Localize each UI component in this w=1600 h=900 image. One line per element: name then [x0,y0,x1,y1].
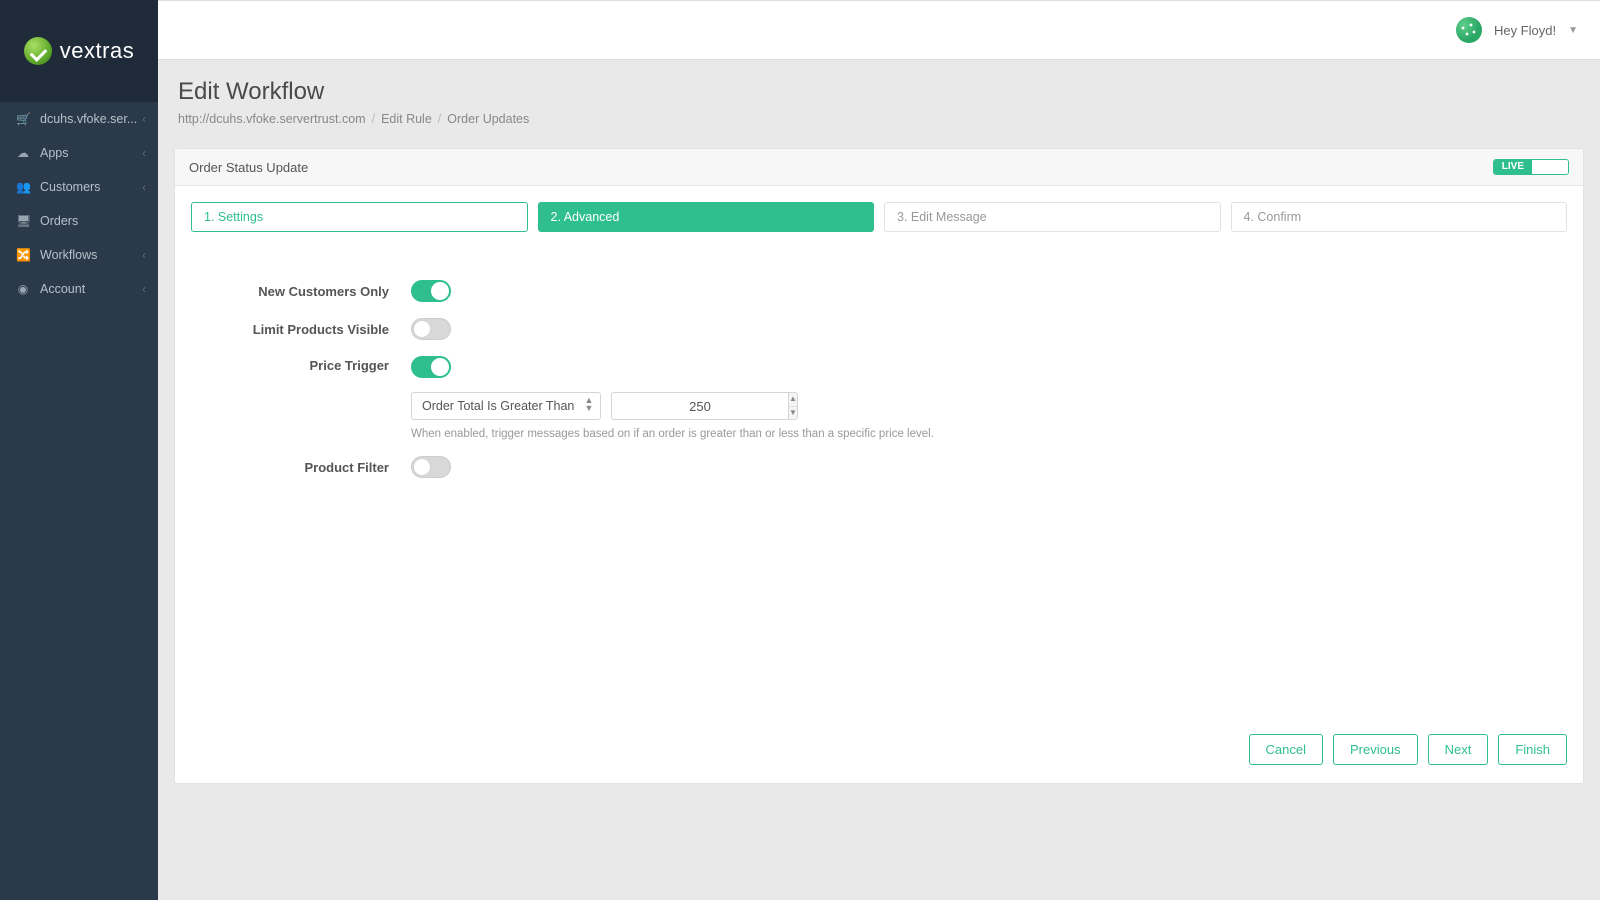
chevron-left-icon: ‹ [143,282,146,296]
nav-label: Apps [40,146,142,160]
row-limit-products: Limit Products Visible [191,318,1567,340]
sidebar-item-1[interactable]: ☁ Apps‹ [0,136,158,170]
row-new-customers: New Customers Only [191,280,1567,302]
panel-title: Order Status Update [189,160,308,175]
breadcrumb: http://dcuhs.vfoke.servertrust.com/Edit … [178,112,1580,126]
toggle-price-trigger[interactable] [411,356,451,378]
live-badge-slot [1532,160,1568,174]
nav-icon: 🔀 [16,248,30,262]
chevron-left-icon: ‹ [143,180,146,194]
wizard-steps: 1. Settings 2. Advanced 3. Edit Message 4. … [175,186,1583,240]
row-price-trigger: Price Trigger Order Total Is Greater Tha… [191,356,1567,440]
logo[interactable]: vextras [24,37,134,65]
breadcrumb-item[interactable]: Order Updates [447,112,529,126]
label-price-trigger: Price Trigger [191,356,411,373]
finish-button[interactable]: Finish [1498,734,1567,765]
select-price-condition-wrap: Order Total Is Greater ThanOrder Total I… [411,392,601,420]
price-trigger-hint: When enabled, trigger messages based on … [411,428,1567,440]
chevron-left-icon: ‹ [143,248,146,262]
main: Hey Floyd! ▼ Edit Workflow http://dcuhs.… [158,0,1600,900]
workflow-panel: Order Status Update LIVE 1. Settings 2. A… [174,148,1584,784]
nav-label: Customers [40,180,142,194]
nav-icon: 🛒 [16,112,30,126]
logo-area: vextras [0,0,158,102]
form-area: New Customers Only Limit Products Visibl… [175,240,1583,600]
nav-label: dcuhs.vfoke.ser... [40,112,142,126]
panel-footer: Cancel Previous Next Finish [175,720,1583,783]
price-value-wrap: ▲ ▼ [611,392,796,420]
price-stepper: ▲ ▼ [788,392,798,420]
user-greeting: Hey Floyd! [1494,23,1556,38]
toggle-product-filter[interactable] [411,456,451,478]
select-price-condition[interactable]: Order Total Is Greater ThanOrder Total I… [411,392,601,420]
step-3[interactable]: 3. Edit Message [884,202,1221,232]
label-limit-products: Limit Products Visible [191,322,411,337]
cancel-button[interactable]: Cancel [1249,734,1323,765]
row-product-filter: Product Filter [191,456,1567,478]
toggle-new-customers[interactable] [411,280,451,302]
stepper-up-button[interactable]: ▲ [789,393,797,407]
nav-icon: ☁ [16,146,30,160]
next-button[interactable]: Next [1428,734,1489,765]
chevron-left-icon: ‹ [143,146,146,160]
step-1[interactable]: 1. Settings [191,202,528,232]
sidebar-item-3[interactable]: 🖥 Orders [0,204,158,238]
nav-label: Workflows [40,248,142,262]
page-header: Edit Workflow http://dcuhs.vfoke.servert… [158,60,1600,134]
sidebar-item-0[interactable]: 🛒 dcuhs.vfoke.ser...‹ [0,102,158,136]
avatar[interactable] [1456,17,1482,43]
step-2[interactable]: 2. Advanced [538,202,875,232]
user-menu-caret-icon[interactable]: ▼ [1568,25,1578,36]
nav-icon: 🖥 [16,214,30,228]
live-badge[interactable]: LIVE [1493,159,1569,175]
stepper-down-button[interactable]: ▼ [789,407,797,420]
nav: 🛒dcuhs.vfoke.ser...‹☁Apps‹👥Customers‹🖥Or… [0,102,158,900]
page-title: Edit Workflow [178,78,1580,106]
sidebar: vextras 🛒dcuhs.vfoke.ser...‹☁Apps‹👥Custo… [0,0,158,900]
live-badge-label: LIVE [1494,160,1532,174]
nav-icon: ◉ [16,282,30,296]
input-price-value[interactable] [611,392,788,420]
breadcrumb-item[interactable]: Edit Rule [381,112,432,126]
nav-icon: 👥 [16,180,30,194]
previous-button[interactable]: Previous [1333,734,1418,765]
logo-mark-icon [24,37,52,65]
sidebar-item-2[interactable]: 👥 Customers‹ [0,170,158,204]
toggle-limit-products[interactable] [411,318,451,340]
label-new-customers: New Customers Only [191,284,411,299]
sidebar-item-4[interactable]: 🔀 Workflows‹ [0,238,158,272]
breadcrumb-item[interactable]: http://dcuhs.vfoke.servertrust.com [178,112,366,126]
nav-label: Account [40,282,142,296]
nav-label: Orders [40,214,146,228]
chevron-left-icon: ‹ [143,112,146,126]
step-4[interactable]: 4. Confirm [1231,202,1568,232]
topbar: Hey Floyd! ▼ [158,0,1600,60]
panel-header: Order Status Update LIVE [175,149,1583,186]
logo-text: vextras [60,38,134,64]
label-product-filter: Product Filter [191,460,411,475]
sidebar-item-5[interactable]: ◉ Account‹ [0,272,158,306]
